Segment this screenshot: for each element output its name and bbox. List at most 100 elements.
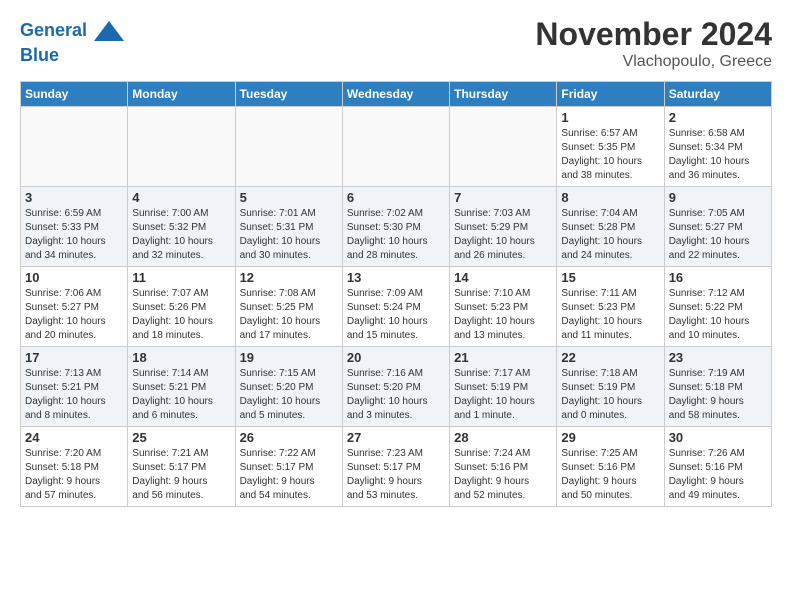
day-number: 25 [132, 430, 230, 445]
day-number: 7 [454, 190, 552, 205]
day-number: 24 [25, 430, 123, 445]
logo-text: General Blue [20, 16, 124, 66]
col-wednesday: Wednesday [342, 82, 449, 107]
table-row: 22 Sunrise: 7:18 AM Sunset: 5:19 PM Dayli… [557, 347, 664, 427]
table-row: 18Sunrise: 7:14 AM Sunset: 5:21 PM Dayli… [128, 347, 235, 427]
table-row: 2 Sunrise: 6:58 AM Sunset: 5:34 PM Daylig… [664, 107, 771, 187]
day-number: 29 [561, 430, 659, 445]
day-number: 21 [454, 350, 552, 365]
day-info: Sunrise: 7:00 AM Sunset: 5:32 PM Dayligh… [132, 207, 230, 263]
table-row: 25 Sunrise: 7:21 AM Sunset: 5:17 PM Dayli… [128, 427, 235, 507]
calendar-week-5: 24 Sunrise: 7:20 AM Sunset: 5:18 PM Dayli… [21, 427, 772, 507]
header-row: Sunday Monday Tuesday Wednesday Thursday… [21, 82, 772, 107]
day-info: Sunrise: 7:16 AM Sunset: 5:20 PM Dayligh… [347, 367, 445, 423]
table-row: 5 Sunrise: 7:01 AM Sunset: 5:31 PM Daylig… [235, 187, 342, 267]
table-row: 4 Sunrise: 7:00 AM Sunset: 5:32 PM Daylig… [128, 187, 235, 267]
table-row: 28 Sunrise: 7:24 AM Sunset: 5:16 PM Dayli… [450, 427, 557, 507]
day-info: Sunrise: 7:03 AM Sunset: 5:29 PM Dayligh… [454, 207, 552, 263]
day-number: 3 [25, 190, 123, 205]
day-number: 23 [669, 350, 767, 365]
day-info: Sunrise: 7:24 AM Sunset: 5:16 PM Dayligh… [454, 447, 552, 503]
table-row: 11Sunrise: 7:07 AM Sunset: 5:26 PM Dayli… [128, 267, 235, 347]
day-info: Sunrise: 7:22 AM Sunset: 5:17 PM Dayligh… [240, 447, 338, 503]
day-info: Sunrise: 7:07 AM Sunset: 5:26 PM Dayligh… [132, 287, 230, 343]
header: General Blue November 2024 Vlachopoulo, … [20, 16, 772, 71]
calendar-week-1: 1Sunrise: 6:57 AM Sunset: 5:35 PM Daylig… [21, 107, 772, 187]
day-info: Sunrise: 7:06 AM Sunset: 5:27 PM Dayligh… [25, 287, 123, 343]
day-info: Sunrise: 7:26 AM Sunset: 5:16 PM Dayligh… [669, 447, 767, 503]
day-number: 9 [669, 190, 767, 205]
day-info: Sunrise: 7:14 AM Sunset: 5:21 PM Dayligh… [132, 367, 230, 423]
page: General Blue November 2024 Vlachopoulo, … [0, 0, 792, 517]
day-info: Sunrise: 7:01 AM Sunset: 5:31 PM Dayligh… [240, 207, 338, 263]
table-row: 8 Sunrise: 7:04 AM Sunset: 5:28 PM Daylig… [557, 187, 664, 267]
day-info: Sunrise: 7:05 AM Sunset: 5:27 PM Dayligh… [669, 207, 767, 263]
table-row: 7 Sunrise: 7:03 AM Sunset: 5:29 PM Daylig… [450, 187, 557, 267]
day-number: 5 [240, 190, 338, 205]
table-row [342, 107, 449, 187]
calendar-week-2: 3Sunrise: 6:59 AM Sunset: 5:33 PM Daylig… [21, 187, 772, 267]
day-info: Sunrise: 7:18 AM Sunset: 5:19 PM Dayligh… [561, 367, 659, 423]
table-row: 3Sunrise: 6:59 AM Sunset: 5:33 PM Daylig… [21, 187, 128, 267]
day-number: 8 [561, 190, 659, 205]
table-row: 26 Sunrise: 7:22 AM Sunset: 5:17 PM Dayli… [235, 427, 342, 507]
day-info: Sunrise: 7:25 AM Sunset: 5:16 PM Dayligh… [561, 447, 659, 503]
calendar-week-4: 17Sunrise: 7:13 AM Sunset: 5:21 PM Dayli… [21, 347, 772, 427]
col-tuesday: Tuesday [235, 82, 342, 107]
col-friday: Friday [557, 82, 664, 107]
day-info: Sunrise: 7:15 AM Sunset: 5:20 PM Dayligh… [240, 367, 338, 423]
logo-general: General [20, 20, 87, 40]
day-info: Sunrise: 7:10 AM Sunset: 5:23 PM Dayligh… [454, 287, 552, 343]
col-monday: Monday [128, 82, 235, 107]
day-number: 4 [132, 190, 230, 205]
table-row: 9 Sunrise: 7:05 AM Sunset: 5:27 PM Daylig… [664, 187, 771, 267]
table-row: 19 Sunrise: 7:15 AM Sunset: 5:20 PM Dayli… [235, 347, 342, 427]
day-number: 15 [561, 270, 659, 285]
day-info: Sunrise: 7:19 AM Sunset: 5:18 PM Dayligh… [669, 367, 767, 423]
location: Vlachopoulo, Greece [535, 53, 772, 71]
table-row: 17Sunrise: 7:13 AM Sunset: 5:21 PM Dayli… [21, 347, 128, 427]
day-info: Sunrise: 7:21 AM Sunset: 5:17 PM Dayligh… [132, 447, 230, 503]
table-row: 10 Sunrise: 7:06 AM Sunset: 5:27 PM Dayli… [21, 267, 128, 347]
table-row: 21 Sunrise: 7:17 AM Sunset: 5:19 PM Dayli… [450, 347, 557, 427]
calendar-week-3: 10 Sunrise: 7:06 AM Sunset: 5:27 PM Dayli… [21, 267, 772, 347]
logo-blue: Blue [20, 45, 59, 65]
day-number: 12 [240, 270, 338, 285]
day-info: Sunrise: 7:11 AM Sunset: 5:23 PM Dayligh… [561, 287, 659, 343]
day-number: 20 [347, 350, 445, 365]
day-number: 10 [25, 270, 123, 285]
day-info: Sunrise: 7:08 AM Sunset: 5:25 PM Dayligh… [240, 287, 338, 343]
day-info: Sunrise: 6:57 AM Sunset: 5:35 PM Dayligh… [561, 127, 659, 183]
table-row: 14 Sunrise: 7:10 AM Sunset: 5:23 PM Dayli… [450, 267, 557, 347]
day-number: 28 [454, 430, 552, 445]
col-sunday: Sunday [21, 82, 128, 107]
table-row: 12 Sunrise: 7:08 AM Sunset: 5:25 PM Dayli… [235, 267, 342, 347]
table-row [21, 107, 128, 187]
day-number: 14 [454, 270, 552, 285]
calendar-table: Sunday Monday Tuesday Wednesday Thursday… [20, 81, 772, 507]
col-saturday: Saturday [664, 82, 771, 107]
table-row: 30 Sunrise: 7:26 AM Sunset: 5:16 PM Dayli… [664, 427, 771, 507]
day-info: Sunrise: 7:04 AM Sunset: 5:28 PM Dayligh… [561, 207, 659, 263]
day-number: 26 [240, 430, 338, 445]
table-row: 6Sunrise: 7:02 AM Sunset: 5:30 PM Daylig… [342, 187, 449, 267]
day-number: 2 [669, 110, 767, 125]
day-number: 27 [347, 430, 445, 445]
day-number: 19 [240, 350, 338, 365]
day-info: Sunrise: 7:17 AM Sunset: 5:19 PM Dayligh… [454, 367, 552, 423]
day-info: Sunrise: 6:58 AM Sunset: 5:34 PM Dayligh… [669, 127, 767, 183]
logo-icon [94, 16, 124, 46]
title-area: November 2024 Vlachopoulo, Greece [535, 16, 772, 71]
col-thursday: Thursday [450, 82, 557, 107]
day-number: 22 [561, 350, 659, 365]
table-row [128, 107, 235, 187]
table-row [235, 107, 342, 187]
day-number: 17 [25, 350, 123, 365]
logo: General Blue [20, 16, 124, 66]
day-number: 30 [669, 430, 767, 445]
table-row: 29 Sunrise: 7:25 AM Sunset: 5:16 PM Dayli… [557, 427, 664, 507]
table-row: 13Sunrise: 7:09 AM Sunset: 5:24 PM Dayli… [342, 267, 449, 347]
table-row: 20 Sunrise: 7:16 AM Sunset: 5:20 PM Dayli… [342, 347, 449, 427]
day-number: 13 [347, 270, 445, 285]
day-info: Sunrise: 7:20 AM Sunset: 5:18 PM Dayligh… [25, 447, 123, 503]
